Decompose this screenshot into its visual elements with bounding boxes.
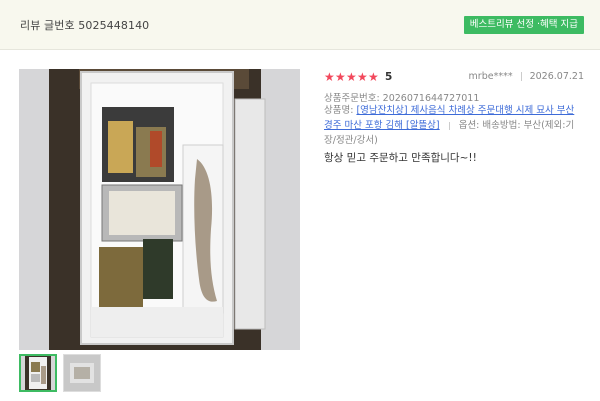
product-divider (448, 121, 450, 130)
star-icon: ★ (368, 70, 379, 84)
star-icon: ★ (357, 70, 368, 84)
thumbnail-1-image (21, 356, 55, 390)
reviewer-id: mrbe**** (468, 71, 513, 82)
review-photo-main[interactable] (19, 69, 300, 350)
thumbnail-1[interactable] (19, 354, 57, 392)
star-icon: ★ (335, 70, 346, 84)
review-body: 항상 믿고 주문하고 만족합니다~!! (324, 152, 477, 164)
product-label: 상품명: (324, 105, 354, 116)
review-number: 리뷰 글번호 5025448140 (20, 19, 150, 32)
meta-divider (520, 72, 522, 81)
thumbnail-2[interactable] (63, 354, 101, 392)
review-meta: mrbe**** 2026.07.21 (469, 71, 584, 82)
review-header: 리뷰 글번호 5025448140 베스트리뷰 선정 ·혜택 지급 (0, 0, 600, 50)
food-box-photo (19, 69, 300, 350)
product-info: 상품명: [영남잔치상] 제사음식 차례상 주문대행 시제 묘사 부산 경주 마… (324, 103, 586, 148)
star-icon: ★ (324, 70, 335, 84)
order-number: 상품주문번호: 2026071644727011 (324, 93, 480, 104)
star-rating: ★ ★ ★ ★ ★ 5 (324, 71, 392, 83)
star-icon: ★ (346, 70, 357, 84)
review-date: 2026.07.21 (529, 71, 584, 82)
rating-score: 5 (385, 71, 393, 83)
best-review-badge: 베스트리뷰 선정 ·혜택 지급 (463, 16, 584, 34)
thumbnail-2-image (64, 355, 100, 391)
